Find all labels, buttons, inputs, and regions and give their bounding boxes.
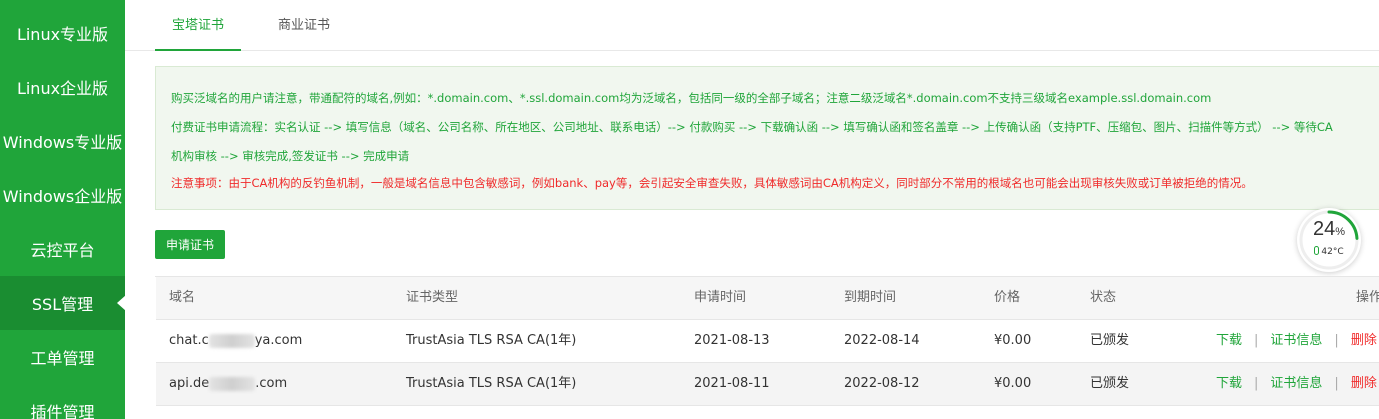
notice-warning: 注意事项：由于CA机构的反钓鱼机制，一般是域名信息中包含敏感词，例如bank、p… (171, 176, 1253, 190)
sidebar-item-label: 插件管理 (30, 403, 95, 419)
tab-bar: 宝塔证书 商业证书 (125, 0, 1379, 51)
download-link[interactable]: 下载 (1216, 320, 1242, 362)
separator: | (1334, 333, 1339, 348)
cell-status: 已颁发 (1090, 376, 1130, 391)
cell-domain: api.de .com (169, 376, 288, 391)
delete-link[interactable]: 删除 (1351, 363, 1377, 405)
gauge-percent: 24% (1312, 218, 1346, 240)
gauge-temperature: 42°C (1297, 246, 1361, 257)
cell-apply-time: 2021-08-11 (694, 376, 770, 391)
table-row: api.de .com TrustAsia TLS RSA CA(1年) 2021… (156, 363, 1379, 406)
cell-ops: 下载 | 证书信息 | 删除 (1216, 363, 1377, 405)
notice-process-cont: 机构审核 --> 审核完成,签发证书 --> 完成申请 (171, 149, 410, 163)
active-indicator-icon (117, 295, 125, 311)
cell-type: TrustAsia TLS RSA CA(1年) (406, 376, 577, 391)
header-apply-time: 申请时间 (694, 290, 747, 305)
sidebar-item-cloud-control[interactable]: 云控平台 (0, 222, 125, 276)
sidebar-item-label: Windows专业版 (2, 133, 123, 152)
separator: | (1334, 376, 1339, 391)
tab-commercial-cert[interactable]: 商业证书 (261, 0, 347, 51)
system-load-gauge[interactable]: 24% 42°C (1297, 208, 1361, 272)
cell-price: ¥0.00 (994, 333, 1032, 348)
thermometer-icon (1314, 246, 1320, 255)
apply-cert-button[interactable]: 申请证书 (155, 230, 225, 259)
header-expire-time: 到期时间 (844, 290, 897, 305)
sidebar-item-label: Linux企业版 (16, 79, 109, 98)
sidebar-item-ssl[interactable]: SSL管理 (0, 276, 125, 330)
cert-info-link[interactable]: 证书信息 (1270, 320, 1322, 362)
sidebar-item-label: SSL管理 (31, 295, 94, 314)
header-ops: 操作 (1356, 290, 1379, 305)
separator: | (1254, 376, 1259, 391)
cell-price: ¥0.00 (994, 376, 1032, 391)
redacted-mask (209, 376, 256, 391)
sidebar-item-label: Linux专业版 (16, 25, 109, 44)
delete-link[interactable]: 删除 (1351, 320, 1377, 362)
cell-status: 已颁发 (1090, 333, 1130, 348)
sidebar-item-label: Windows企业版 (2, 187, 123, 206)
header-price: 价格 (994, 290, 1021, 305)
table-row: chat.c ya.com TrustAsia TLS RSA CA(1年) 20… (156, 320, 1379, 363)
header-status: 状态 (1090, 290, 1117, 305)
sidebar-item-windows-enterprise[interactable]: Windows企业版 (0, 168, 125, 222)
header-type: 证书类型 (406, 290, 459, 305)
cell-apply-time: 2021-08-13 (694, 333, 770, 348)
cell-domain: chat.c ya.com (169, 333, 303, 348)
cert-info-link[interactable]: 证书信息 (1270, 363, 1322, 405)
notice-wildcard: 购买泛域名的用户请注意，带通配符的域名,例如：*.domain.com、*.ss… (171, 91, 1212, 105)
sidebar-item-tickets[interactable]: 工单管理 (0, 330, 125, 384)
sidebar: Linux专业版 Linux企业版 Windows专业版 Windows企业版 … (0, 0, 125, 419)
separator: | (1254, 333, 1259, 348)
cell-expire-time: 2022-08-12 (844, 376, 920, 391)
sidebar-item-linux-pro[interactable]: Linux专业版 (0, 6, 125, 60)
cell-type: TrustAsia TLS RSA CA(1年) (406, 333, 577, 348)
download-link[interactable]: 下载 (1216, 363, 1242, 405)
sidebar-item-linux-enterprise[interactable]: Linux企业版 (0, 60, 125, 114)
notice-panel: 购买泛域名的用户请注意，带通配符的域名,例如：*.domain.com、*.ss… (155, 66, 1379, 210)
sidebar-item-label: 云控平台 (30, 241, 95, 260)
main-content: 宝塔证书 商业证书 购买泛域名的用户请注意，带通配符的域名,例如：*.domai… (125, 0, 1379, 419)
sidebar-item-windows-pro[interactable]: Windows专业版 (0, 114, 125, 168)
sidebar-item-label: 工单管理 (30, 349, 95, 368)
cell-ops: 下载 | 证书信息 | 删除 (1216, 320, 1377, 362)
tab-baota-cert[interactable]: 宝塔证书 (155, 0, 241, 51)
sidebar-item-plugins[interactable]: 插件管理 (0, 384, 125, 419)
notice-process: 付费证书申请流程：实名认证 --> 填写信息（域名、公司名称、所在地区、公司地址… (171, 120, 1333, 134)
cell-expire-time: 2022-08-14 (844, 333, 920, 348)
cert-table: 域名 证书类型 申请时间 到期时间 价格 状态 操作 chat.c ya.com … (155, 276, 1379, 406)
redacted-mask (208, 333, 255, 348)
header-domain: 域名 (169, 290, 196, 305)
table-header-row: 域名 证书类型 申请时间 到期时间 价格 状态 操作 (156, 277, 1379, 320)
